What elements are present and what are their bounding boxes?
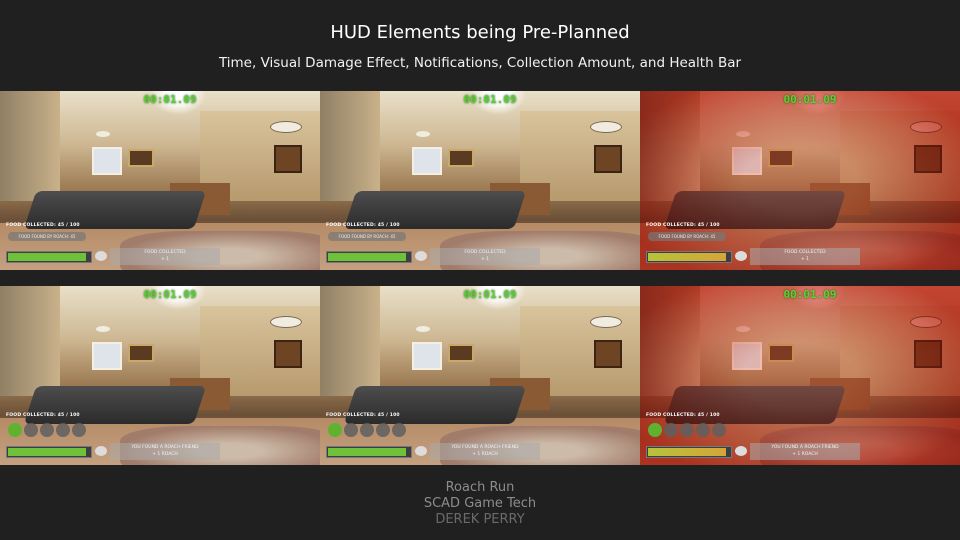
- roach-slot: [680, 423, 694, 437]
- roach-slot-filled: [648, 423, 662, 437]
- notification-box: YOU FOUND A ROACH FRIEND + 1 ROACH: [750, 443, 860, 460]
- footer-game-name: Roach Run: [445, 480, 515, 495]
- health-icon: [415, 446, 427, 456]
- health-bar: [6, 446, 92, 458]
- health-bar: [326, 446, 412, 458]
- roach-slots: [328, 423, 408, 439]
- slide-subtitle: Time, Visual Damage Effect, Notification…: [218, 55, 742, 71]
- screenshot-top-2: 00:01.09 FOOD COLLECTED: 45 / 100 FOOD F…: [320, 91, 640, 270]
- roach-slot: [392, 423, 406, 437]
- timer: 00:01.09: [783, 288, 837, 301]
- notification-box: FOOD COLLECTED + 1: [430, 248, 540, 265]
- screenshot-bottom-3-damage: 00:01.09 FOOD COLLECTED: 45 / 100 YOU FO…: [640, 286, 960, 465]
- roach-slot: [712, 423, 726, 437]
- health-bar: [646, 251, 732, 263]
- roach-slot-filled: [328, 423, 342, 437]
- roach-slots: [8, 423, 88, 439]
- notification-box: FOOD COLLECTED + 1: [110, 248, 220, 265]
- roach-slot: [72, 423, 86, 437]
- footer-school: SCAD Game Tech: [423, 496, 537, 511]
- hud-screenshot-grid: 00:01.09 FOOD COLLECTED: 45 / 100 FOOD F…: [0, 91, 960, 465]
- health-icon: [415, 251, 427, 261]
- food-found-message: FOOD FOUND BY ROACH: 45: [8, 232, 86, 241]
- slide-title: HUD Elements being Pre-Planned: [330, 22, 630, 43]
- damage-vignette: [640, 91, 960, 270]
- screenshot-bottom-2: 00:01.09 FOOD COLLECTED: 45 / 100 YOU FO…: [320, 286, 640, 465]
- footer-author: DEREK PERRY: [435, 512, 525, 527]
- notification-box: YOU FOUND A ROACH FRIEND + 1 ROACH: [110, 443, 220, 460]
- roach-slot: [344, 423, 358, 437]
- health-icon: [735, 446, 747, 456]
- health-icon: [95, 251, 107, 261]
- timer: 00:01.09: [463, 288, 517, 301]
- health-icon: [735, 251, 747, 261]
- food-found-message: FOOD FOUND BY ROACH: 45: [648, 232, 726, 241]
- roach-slot: [56, 423, 70, 437]
- timer: 00:01.09: [143, 288, 197, 301]
- screenshot-top-1: 00:01.09 FOOD COLLECTED: 45 / 100 FOOD F…: [0, 91, 320, 270]
- roach-slot: [40, 423, 54, 437]
- health-icon: [95, 446, 107, 456]
- timer: 00:01.09: [783, 93, 837, 106]
- food-collected-label: FOOD COLLECTED: 45 / 100: [326, 223, 400, 228]
- roach-slot: [696, 423, 710, 437]
- food-collected-label: FOOD COLLECTED: 45 / 100: [646, 413, 720, 418]
- food-found-message: FOOD FOUND BY ROACH: 45: [328, 232, 406, 241]
- timer: 00:01.09: [463, 93, 517, 106]
- food-collected-label: FOOD COLLECTED: 45 / 100: [646, 223, 720, 228]
- timer: 00:01.09: [143, 93, 197, 106]
- food-collected-label: FOOD COLLECTED: 45 / 100: [6, 223, 80, 228]
- food-collected-label: FOOD COLLECTED: 45 / 100: [6, 413, 80, 418]
- health-bar: [646, 446, 732, 458]
- roach-slot: [24, 423, 38, 437]
- screenshot-top-3-damage: 00:01.09 FOOD COLLECTED: 45 / 100 FOOD F…: [640, 91, 960, 270]
- screenshot-bottom-1: 00:01.09 FOOD COLLECTED: 45 / 100 YOU FO…: [0, 286, 320, 465]
- food-collected-label: FOOD COLLECTED: 45 / 100: [326, 413, 400, 418]
- notification-box: FOOD COLLECTED + 1: [750, 248, 860, 265]
- roach-slots: [648, 423, 728, 439]
- roach-slot-filled: [8, 423, 22, 437]
- roach-slot: [664, 423, 678, 437]
- roach-slot: [360, 423, 374, 437]
- roach-slot: [376, 423, 390, 437]
- health-bar: [6, 251, 92, 263]
- notification-box: YOU FOUND A ROACH FRIEND + 1 ROACH: [430, 443, 540, 460]
- health-bar: [326, 251, 412, 263]
